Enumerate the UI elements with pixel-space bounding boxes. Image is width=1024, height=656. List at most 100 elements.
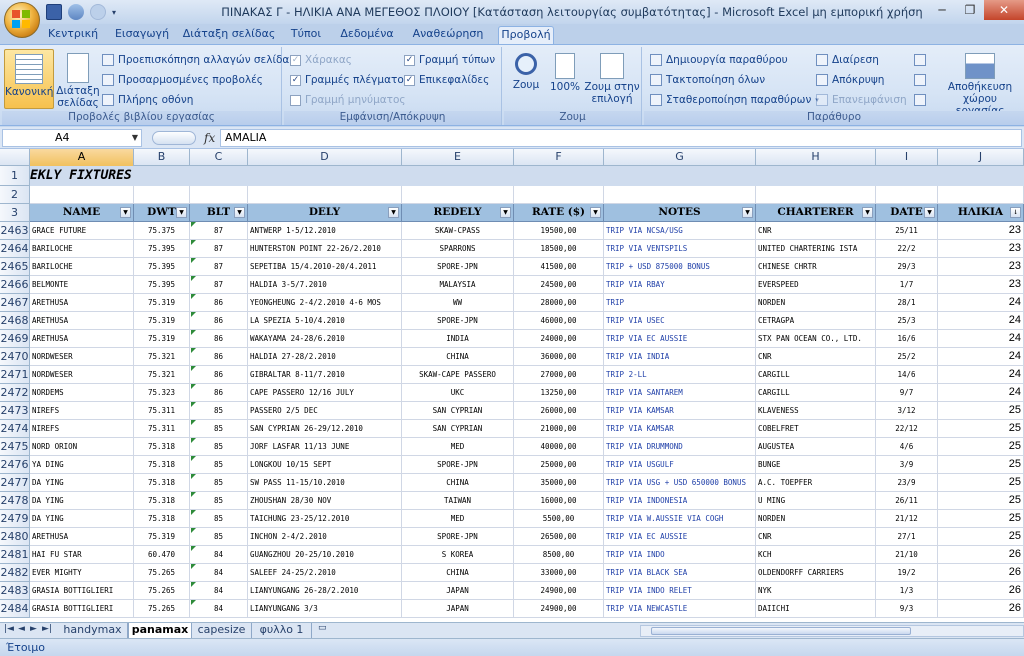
cell-rate[interactable]: 24900,00: [514, 582, 604, 600]
cell-charterer[interactable]: DAIICHI: [756, 600, 876, 618]
empty-cell[interactable]: [876, 186, 938, 204]
cell-date[interactable]: 25/2: [876, 348, 938, 366]
filter-dropdown-icon[interactable]: ▼: [388, 207, 399, 218]
cell-dwt[interactable]: 75.265: [134, 564, 190, 582]
cell-date[interactable]: 19/2: [876, 564, 938, 582]
row-header[interactable]: 2483: [0, 582, 30, 600]
cell-redely[interactable]: SAN CYPRIAN: [402, 420, 514, 438]
cell-dely[interactable]: PASSERO 2/5 DEC: [248, 402, 402, 420]
cell-rate[interactable]: 8500,00: [514, 546, 604, 564]
cell-notes[interactable]: TRIP VIA EC AUSSIE: [604, 528, 756, 546]
cell-charterer[interactable]: AUGUSTEA: [756, 438, 876, 456]
row-header[interactable]: 2469: [0, 330, 30, 348]
cell-blt[interactable]: 85: [190, 402, 248, 420]
cell-blt[interactable]: 86: [190, 312, 248, 330]
page-layout-view-button[interactable]: Διάταξη σελίδας: [56, 49, 100, 109]
filter-dropdown-icon[interactable]: ▼: [862, 207, 873, 218]
cell-dely[interactable]: YEONGHEUNG 2-4/2.2010 4-6 MOS: [248, 294, 402, 312]
empty-cell[interactable]: [514, 186, 604, 204]
zoom-to-selection-button[interactable]: Ζουμ στην επιλογή: [584, 49, 640, 109]
header-cell-date[interactable]: DATE ▼: [876, 204, 938, 222]
cell-notes[interactable]: TRIP: [604, 294, 756, 312]
header-cell-dwt[interactable]: DWT ▼: [134, 204, 190, 222]
cell-dwt[interactable]: 75.375: [134, 222, 190, 240]
row-header[interactable]: 2482: [0, 564, 30, 582]
cell-dely[interactable]: LIANYUNGANG 26-28/2.2010: [248, 582, 402, 600]
cell-date[interactable]: 25/11: [876, 222, 938, 240]
cell-date[interactable]: 25/3: [876, 312, 938, 330]
filter-dropdown-icon[interactable]: ▼: [500, 207, 511, 218]
cell-dwt[interactable]: 75.319: [134, 294, 190, 312]
cell-notes[interactable]: TRIP VIA BLACK SEA: [604, 564, 756, 582]
cell-dwt[interactable]: 75.265: [134, 582, 190, 600]
cell-notes[interactable]: TRIP VIA NCSA/USG: [604, 222, 756, 240]
header-cell-name[interactable]: NAME ▼: [30, 204, 134, 222]
cell-notes[interactable]: TRIP VIA RBAY: [604, 276, 756, 294]
cell-dwt[interactable]: 75.311: [134, 402, 190, 420]
cell-notes[interactable]: TRIP VIA NEWCASTLE: [604, 600, 756, 618]
cell-notes[interactable]: TRIP VIA INDONESIA: [604, 492, 756, 510]
cell-dwt[interactable]: 75.319: [134, 330, 190, 348]
cell-charterer[interactable]: NYK: [756, 582, 876, 600]
cell-redely[interactable]: INDIA: [402, 330, 514, 348]
cell-date[interactable]: 1/3: [876, 582, 938, 600]
cell-blt[interactable]: 85: [190, 438, 248, 456]
cell-dely[interactable]: GUANGZHOU 20-25/10.2010: [248, 546, 402, 564]
cell-rate[interactable]: 18500,00: [514, 240, 604, 258]
cell-redely[interactable]: MALAYSIA: [402, 276, 514, 294]
cell-charterer[interactable]: BUNGE: [756, 456, 876, 474]
row-header[interactable]: 3: [0, 204, 30, 222]
cell-rate[interactable]: 35000,00: [514, 474, 604, 492]
cell-redely[interactable]: WW: [402, 294, 514, 312]
hide-button[interactable]: Απόκρυψη: [816, 71, 884, 89]
cell-rate[interactable]: 19500,00: [514, 222, 604, 240]
cell-name[interactable]: HAI FU STAR: [30, 546, 134, 564]
cell-notes[interactable]: TRIP VIA INDIA: [604, 348, 756, 366]
cell-dely[interactable]: SW PASS 11-15/10.2010: [248, 474, 402, 492]
cell-dely[interactable]: SEPETIBA 15/4.2010-20/4.2011: [248, 258, 402, 276]
synchronous-scrolling-button[interactable]: [914, 71, 926, 89]
cell-age[interactable]: 26: [938, 546, 1024, 564]
cell-date[interactable]: 22/12: [876, 420, 938, 438]
cell-rate[interactable]: 24500,00: [514, 276, 604, 294]
cell-name[interactable]: ARETHUSA: [30, 330, 134, 348]
cell-notes[interactable]: TRIP 2-LL: [604, 366, 756, 384]
column-header-i[interactable]: I: [876, 149, 938, 166]
cell-redely[interactable]: CHINA: [402, 474, 514, 492]
cell-name[interactable]: DA YING: [30, 474, 134, 492]
tab-page-layout[interactable]: Διάταξη σελίδας: [182, 26, 276, 44]
cell-charterer[interactable]: COBELFRET: [756, 420, 876, 438]
cell-age[interactable]: 25: [938, 528, 1024, 546]
cell-name[interactable]: ARETHUSA: [30, 312, 134, 330]
view-side-by-side-button[interactable]: [914, 51, 926, 69]
cell-charterer[interactable]: CETRAGPA: [756, 312, 876, 330]
row-header[interactable]: 2477: [0, 474, 30, 492]
cell-notes[interactable]: TRIP VIA W.AUSSIE VIA COGH: [604, 510, 756, 528]
cell-dwt[interactable]: 75.321: [134, 366, 190, 384]
cell-blt[interactable]: 87: [190, 276, 248, 294]
cell-age[interactable]: 23: [938, 276, 1024, 294]
worksheet-grid[interactable]: ABCDEFGHIJ 1 EKLY FIXTURES 2 3 NAME ▼ DWT ▼ BLT ▼…: [0, 149, 1024, 622]
cell-charterer[interactable]: CARGILL: [756, 384, 876, 402]
cell-redely[interactable]: SPARRONS: [402, 240, 514, 258]
zoom-100-button[interactable]: 100%: [548, 49, 582, 109]
cell-rate[interactable]: 26000,00: [514, 402, 604, 420]
cell-dwt[interactable]: 75.265: [134, 600, 190, 618]
cell-redely[interactable]: S KOREA: [402, 546, 514, 564]
cell-dely[interactable]: CAPE PASSERO 12/16 JULY: [248, 384, 402, 402]
cell-redely[interactable]: CHINA: [402, 348, 514, 366]
cell-date[interactable]: 23/9: [876, 474, 938, 492]
cell-notes[interactable]: TRIP VIA USG + USD 650000 BONUS: [604, 474, 756, 492]
header-cell-dely[interactable]: DELY ▼: [248, 204, 402, 222]
column-header-h[interactable]: H: [756, 149, 876, 166]
cell-dwt[interactable]: 75.319: [134, 528, 190, 546]
cell-age[interactable]: 25: [938, 474, 1024, 492]
cell-blt[interactable]: 87: [190, 222, 248, 240]
cell-dwt[interactable]: 75.311: [134, 420, 190, 438]
header-cell-notes[interactable]: NOTES ▼: [604, 204, 756, 222]
header-cell-charterer[interactable]: CHARTERER ▼: [756, 204, 876, 222]
cell-age[interactable]: 25: [938, 438, 1024, 456]
cell-date[interactable]: 21/10: [876, 546, 938, 564]
empty-cell[interactable]: [756, 186, 876, 204]
tab-home[interactable]: Κεντρική: [44, 26, 102, 44]
